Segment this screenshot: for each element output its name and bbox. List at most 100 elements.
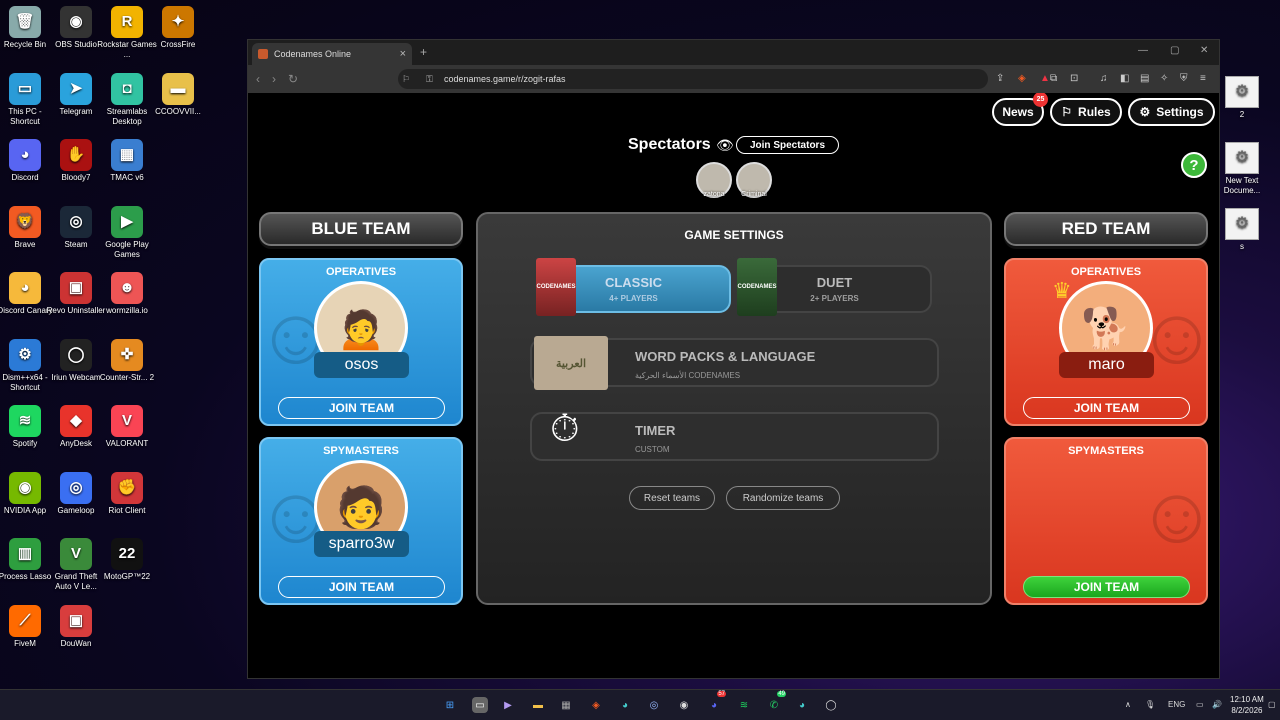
leo-icon[interactable]: ✧ bbox=[1160, 73, 1168, 84]
back-icon[interactable]: ‹ bbox=[256, 72, 260, 86]
word-packs-title: WORD PACKS & LANGUAGE bbox=[635, 349, 816, 364]
desktop-icon-label: MotoGP™22 bbox=[103, 572, 151, 581]
desktop-icon-douwan[interactable]: ▣ DouWan bbox=[46, 604, 106, 649]
desktop-icon-wormzilla[interactable]: ☻ wormzilla.io bbox=[97, 272, 157, 316]
forward-icon[interactable]: › bbox=[272, 72, 276, 86]
spymasters-title: SPYMASTERS bbox=[323, 445, 399, 457]
iriun-icon: ◯ bbox=[60, 338, 92, 371]
news-label: News bbox=[1002, 105, 1034, 119]
window-close-icon[interactable]: ✕ bbox=[1200, 45, 1208, 56]
browser-taskbar-icon[interactable]: ◕ bbox=[794, 697, 810, 713]
steam-taskbar-icon[interactable]: ◎ bbox=[646, 697, 662, 713]
obs-taskbar-icon[interactable]: ◉ bbox=[676, 697, 692, 713]
desktop-icon-label: CrossFire bbox=[160, 40, 196, 49]
red-spymasters-card: ☺ SPYMASTERS JOIN TEAM bbox=[1004, 437, 1208, 605]
volume-icon[interactable]: 🔊 bbox=[1212, 700, 1222, 709]
desktop-icon-label: Spotify bbox=[12, 439, 38, 448]
timer-option[interactable]: ⏱ TIMER CUSTOM bbox=[530, 408, 939, 461]
discord-taskbar-icon[interactable]: ◕ 57 bbox=[706, 691, 726, 713]
clock[interactable]: 12:10 AM 8/2/2026 bbox=[1230, 694, 1264, 716]
calculator-icon[interactable]: ▦ bbox=[558, 697, 574, 713]
desktop-icon-label: wormzilla.io bbox=[106, 306, 148, 315]
fivem-icon: ⟋ bbox=[9, 604, 41, 637]
media-icon[interactable]: ♫ bbox=[1100, 73, 1108, 84]
timer-title: TIMER bbox=[635, 423, 676, 438]
minimize-icon[interactable]: — bbox=[1138, 45, 1148, 56]
gameloop-icon: ◎ bbox=[60, 471, 92, 504]
tab-close-icon[interactable]: × bbox=[400, 48, 406, 60]
recycle-bin-icon: 🗑 bbox=[9, 6, 41, 38]
desktop-icon-file-s[interactable]: ⚙ s bbox=[1220, 208, 1264, 252]
settings-label: Settings bbox=[1156, 105, 1204, 119]
obs-icon: ◉ bbox=[60, 6, 92, 38]
desktop-icon-motogp[interactable]: 22 MotoGP™22 bbox=[97, 538, 157, 582]
brave-taskbar-icon[interactable]: ◈ bbox=[588, 697, 604, 713]
rockstar-icon: R bbox=[111, 6, 143, 38]
character-silhouette-icon: ☺ bbox=[1136, 469, 1206, 561]
task-view-icon[interactable]: ▭ bbox=[472, 697, 488, 713]
settings-button[interactable]: ⚙ Settings bbox=[1128, 98, 1215, 126]
player-name: maro bbox=[1059, 352, 1154, 378]
desktop-icon-folder[interactable]: ▬ CCOOVVII... bbox=[148, 72, 208, 117]
language-indicator[interactable]: ENG bbox=[1168, 700, 1185, 709]
network-icon[interactable]: ▭ bbox=[1196, 700, 1204, 709]
join-spectators-button[interactable]: Join Spectators bbox=[736, 136, 839, 154]
desktop-icon-cs2[interactable]: ✜ Counter-Str... 2 bbox=[97, 338, 157, 383]
url-field[interactable]: ⚐ ⚿ codenames.game/r/zogit-rafas bbox=[398, 69, 988, 89]
spotify-taskbar-icon[interactable]: ≋ bbox=[736, 697, 752, 713]
desktop-icon-label: VALORANT bbox=[105, 439, 149, 448]
reset-teams-button[interactable]: Reset teams bbox=[629, 486, 715, 510]
maximize-icon[interactable]: ▢ bbox=[1170, 45, 1179, 56]
help-button[interactable]: ? bbox=[1181, 152, 1207, 178]
desktop-icon-new-text-document[interactable]: ⚙ New Text Docume... bbox=[1220, 142, 1264, 196]
whatsapp-taskbar-icon[interactable]: ✆ 49 bbox=[766, 691, 786, 713]
notifications-icon[interactable]: ▢ bbox=[1268, 700, 1276, 709]
clock-date: 8/2/2026 bbox=[1231, 706, 1263, 715]
browser-taskbar-icon[interactable]: ◕ bbox=[617, 697, 633, 713]
new-tab-icon[interactable]: + bbox=[420, 45, 427, 59]
desktop-icon-crossfire[interactable]: ✦ CrossFire bbox=[148, 6, 208, 50]
bookmark-icon[interactable]: ⚐ bbox=[402, 74, 410, 85]
reload-icon[interactable]: ↻ bbox=[288, 72, 298, 86]
rules-button[interactable]: ⚐ Rules bbox=[1050, 98, 1122, 126]
box-art-label: CODENAMES bbox=[737, 284, 777, 290]
desktop-icon-label: 2 bbox=[1239, 110, 1245, 119]
screenshot-icon[interactable]: ⊡ bbox=[1070, 73, 1078, 84]
red-operatives-join-button[interactable]: JOIN TEAM bbox=[1023, 397, 1190, 419]
menu-icon[interactable]: ≡ bbox=[1200, 73, 1206, 84]
wallet-icon[interactable]: ▤ bbox=[1140, 73, 1149, 84]
media-player-icon[interactable]: ▶ bbox=[500, 697, 516, 713]
discord-badge: 57 bbox=[717, 691, 726, 697]
blue-operatives-card: ☺ OPERATIVES 🙍 osos JOIN TEAM bbox=[259, 258, 463, 426]
vpn-icon[interactable]: ⛨ bbox=[1180, 73, 1188, 84]
browser-tab[interactable]: Codenames Online × bbox=[252, 43, 412, 65]
randomize-teams-button[interactable]: Randomize teams bbox=[726, 486, 840, 510]
desktop-icon-valorant[interactable]: V VALORANT bbox=[97, 405, 157, 449]
microphone-icon[interactable]: 🎙 bbox=[1145, 700, 1155, 709]
text-file-icon: ⚙ bbox=[1225, 142, 1259, 174]
desktop-icon-google-play-games[interactable]: ▶ Google Play Games bbox=[97, 205, 157, 260]
start-icon[interactable]: ⊞ bbox=[442, 697, 458, 713]
desktop-icon-label: Telegram bbox=[59, 106, 93, 116]
desktop-icon-tmac[interactable]: ▦ TMAC v6 bbox=[97, 139, 157, 183]
sidebar-icon[interactable]: ◧ bbox=[1120, 73, 1129, 84]
discord-canary-icon: ◕ bbox=[9, 272, 41, 304]
blue-spymasters-join-button[interactable]: JOIN TEAM bbox=[278, 576, 445, 598]
desktop-icon-label: FiveM bbox=[14, 638, 36, 648]
tray-overflow-icon[interactable]: ∧ bbox=[1125, 700, 1131, 709]
file-explorer-icon[interactable]: ▬ bbox=[530, 697, 546, 713]
desktop-icon-riot[interactable]: ✊ Riot Client bbox=[97, 471, 157, 516]
news-button[interactable]: News 25 bbox=[992, 93, 1048, 126]
red-spymasters-join-button[interactable]: JOIN TEAM bbox=[1023, 576, 1190, 598]
blue-operatives-join-button[interactable]: JOIN TEAM bbox=[278, 397, 445, 419]
whatsapp-badge: 49 bbox=[777, 691, 786, 697]
extensions-icon[interactable]: ⧉ bbox=[1050, 73, 1057, 84]
timer-subtitle: CUSTOM bbox=[635, 445, 670, 454]
site-info-icon[interactable]: ⚿ bbox=[426, 74, 433, 85]
brave-shields-icon[interactable]: ◈ bbox=[1018, 73, 1026, 84]
word-packs-option[interactable]: العربية WORD PACKS & LANGUAGE الأسماء ال… bbox=[530, 336, 939, 390]
brave-rewards-icon[interactable]: ▲ bbox=[1040, 73, 1050, 84]
share-icon[interactable]: ⇪ bbox=[996, 73, 1004, 84]
iriun-taskbar-icon[interactable]: ◯ bbox=[823, 697, 839, 713]
desktop-icon-file-2[interactable]: ⚙ 2 bbox=[1220, 76, 1264, 120]
